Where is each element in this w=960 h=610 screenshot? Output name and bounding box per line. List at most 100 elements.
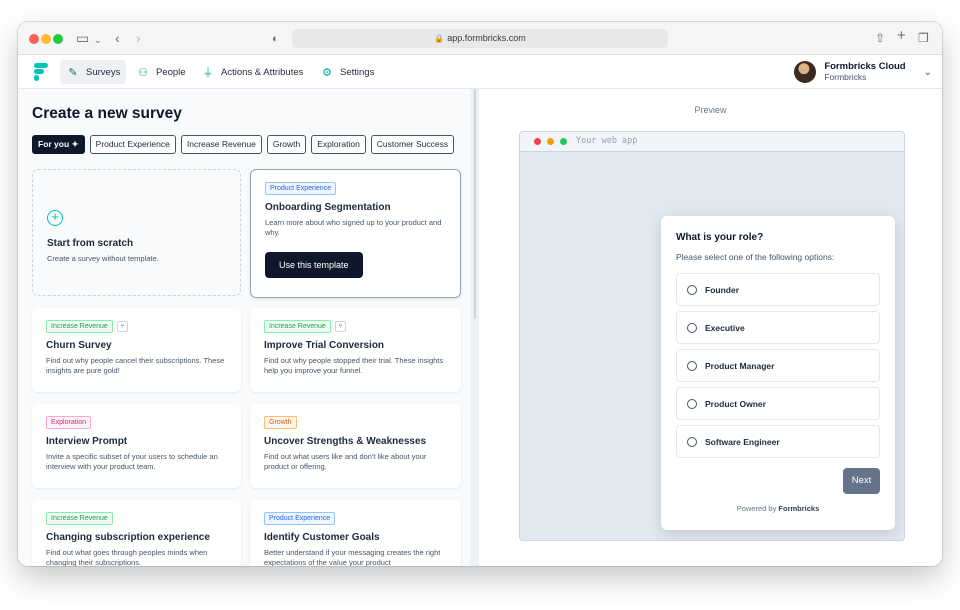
filter-exploration[interactable]: Exploration <box>311 135 366 154</box>
template-card-improve-trial-conversion[interactable]: Increase Revenue ⑂ Improve Trial Conversi… <box>250 308 461 392</box>
template-tag: Product Experience <box>265 182 337 195</box>
new-tab-icon[interactable]: + <box>897 28 906 44</box>
survey-preview-card: What is your role? Please select one of … <box>661 216 895 530</box>
start-from-scratch-card[interactable]: + Start from scratch Create a survey wit… <box>32 169 241 296</box>
template-title: Onboarding Segmentation <box>265 202 391 213</box>
template-card-changing-subscription[interactable]: Increase Revenue Changing subscription e… <box>32 500 241 566</box>
account-menu[interactable]: Formbricks Cloud Formbricks ⌄ <box>794 60 932 84</box>
filter-growth[interactable]: Growth <box>266 135 307 154</box>
filter-product-experience[interactable]: Product Experience <box>89 135 176 154</box>
mock-maximize-dot <box>560 138 567 145</box>
browser-toolbar: ▭ ⌄ ‹ › ◐ 🔒 app.formbricks.com ⇧ + ❐ <box>18 22 942 55</box>
minimize-window-button[interactable] <box>41 34 51 44</box>
template-title: Uncover Strengths & Weaknesses <box>264 436 427 447</box>
filter-icon: ⑂ <box>116 321 128 332</box>
surveys-icon: ✎ <box>68 66 78 79</box>
settings-icon: ⚙ <box>322 66 332 79</box>
scrollbar-thumb[interactable] <box>474 89 476 319</box>
nav-surveys[interactable]: ✎ Surveys <box>60 60 127 84</box>
nav-settings-label: Settings <box>340 66 375 78</box>
next-button[interactable]: Next <box>843 468 880 494</box>
nav-people-label: People <box>156 66 186 78</box>
nav-settings[interactable]: ⚙ Settings <box>314 60 380 84</box>
forward-icon[interactable]: › <box>136 30 141 46</box>
template-tag: Increase Revenue <box>46 512 113 525</box>
plus-circle-icon: + <box>47 210 63 226</box>
browser-window: ▭ ⌄ ‹ › ◐ 🔒 app.formbricks.com ⇧ + ❐ ✎ Su… <box>18 22 942 566</box>
template-tag: Product Experience <box>264 512 336 525</box>
template-title: Interview Prompt <box>46 436 128 447</box>
formbricks-logo[interactable] <box>34 63 48 81</box>
filter-increase-revenue[interactable]: Increase Revenue <box>180 135 262 154</box>
mock-minimize-dot <box>547 138 554 145</box>
option-software-engineer[interactable]: Software Engineer <box>676 425 880 458</box>
powered-by: Powered by Formbricks <box>736 504 820 513</box>
app-navigation: ✎ Surveys ⚇ People ⏚ Actions & Attribute… <box>18 55 942 89</box>
back-icon[interactable]: ‹ <box>115 30 120 46</box>
mock-title: Your web app <box>576 136 638 146</box>
template-panel: Create a new survey For you ✦ Product Ex… <box>18 89 470 566</box>
template-desc: Find out what goes through peoples minds… <box>46 548 208 566</box>
template-title: Identify Customer Goals <box>264 532 380 543</box>
url-text: app.formbricks.com <box>447 33 526 43</box>
nav-surveys-label: Surveys <box>86 66 121 78</box>
template-card-onboarding-segmentation[interactable]: Product Experience Onboarding Segmentati… <box>250 169 461 298</box>
mock-browser-bar: Your web app <box>520 132 904 152</box>
question-subheader: Please select one of the following optio… <box>676 252 835 262</box>
account-org: Formbricks <box>824 72 867 82</box>
nav-people[interactable]: ⚇ People <box>130 60 192 84</box>
category-filters: For you ✦ Product Experience Increase Re… <box>32 135 455 154</box>
template-card-churn-survey[interactable]: Increase Revenue ⑂ Churn Survey Find out … <box>32 308 241 392</box>
sidebar-toggle-icon[interactable]: ▭ <box>76 30 89 46</box>
tab-overview-icon[interactable]: ❐ <box>918 30 929 46</box>
template-desc: Find out what users like and don't like … <box>264 452 427 471</box>
radio-button[interactable] <box>687 398 697 409</box>
template-desc: Learn more about who signed up to your p… <box>265 218 442 237</box>
template-title: Changing subscription experience <box>46 532 210 543</box>
web-app-mock: Your web app What is your role? Please s… <box>519 131 905 541</box>
preview-panel: Preview Your web app What is your role? … <box>479 89 942 566</box>
filter-icon: ⑂ <box>334 321 346 332</box>
address-bar[interactable]: 🔒 app.formbricks.com <box>292 29 668 48</box>
account-name: Formbricks Cloud <box>824 61 906 72</box>
question-title: What is your role? <box>676 232 764 243</box>
close-window-button[interactable] <box>29 34 39 44</box>
template-title: Improve Trial Conversion <box>264 340 385 351</box>
template-desc: Find out why people cancel their subscri… <box>46 356 225 375</box>
filter-customer-success[interactable]: Customer Success <box>370 135 455 154</box>
maximize-window-button[interactable] <box>53 34 63 44</box>
template-desc: Invite a specific subset of your users t… <box>46 452 218 471</box>
nav-actions-attributes[interactable]: ⏚ Actions & Attributes <box>195 60 309 84</box>
option-executive[interactable]: Executive <box>676 311 880 344</box>
template-card-interview-prompt[interactable]: Exploration Interview Prompt Invite a sp… <box>32 404 241 488</box>
template-tag: Exploration <box>46 416 92 429</box>
main-content: Create a new survey For you ✦ Product Ex… <box>18 89 942 566</box>
options-list: Founder Executive Product Manager Produc… <box>676 273 880 458</box>
template-card-identify-customer-goals[interactable]: Product Experience Identify Customer Goa… <box>250 500 461 566</box>
nav-actions-label: Actions & Attributes <box>221 66 304 78</box>
share-icon[interactable]: ⇧ <box>875 30 885 46</box>
radio-button[interactable] <box>687 322 697 333</box>
template-title: Churn Survey <box>46 340 112 351</box>
people-icon: ⚇ <box>138 66 148 79</box>
radio-button[interactable] <box>687 436 697 447</box>
lock-icon: 🔒 <box>434 34 445 43</box>
template-tag: Growth <box>264 416 297 429</box>
privacy-shield-icon[interactable]: ◐ <box>272 31 279 47</box>
use-template-button[interactable]: Use this template <box>265 252 363 278</box>
template-desc: Find out why people stopped their trial.… <box>264 356 444 375</box>
scratch-title: Start from scratch <box>47 238 134 249</box>
page-title: Create a new survey <box>32 105 182 122</box>
radio-button[interactable] <box>687 360 697 371</box>
filter-for-you[interactable]: For you ✦ <box>32 135 85 154</box>
option-product-owner[interactable]: Product Owner <box>676 387 880 420</box>
chevron-down-icon[interactable]: ⌄ <box>94 32 102 48</box>
option-product-manager[interactable]: Product Manager <box>676 349 880 382</box>
template-tag: Increase Revenue <box>46 320 113 333</box>
actions-icon: ⏚ <box>202 67 214 79</box>
template-card-strengths-weaknesses[interactable]: Growth Uncover Strengths & Weaknesses Fi… <box>250 404 461 488</box>
template-tag: Increase Revenue <box>264 320 331 333</box>
radio-button[interactable] <box>687 284 697 295</box>
option-founder[interactable]: Founder <box>676 273 880 306</box>
panel-scrollbar[interactable] <box>470 89 479 566</box>
